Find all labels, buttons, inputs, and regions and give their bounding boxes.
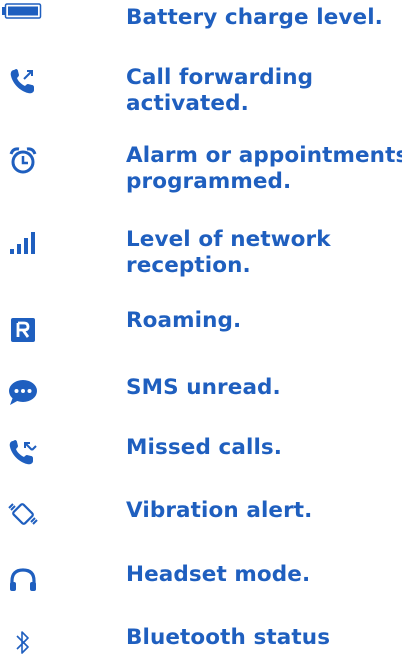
vibration-icon (6, 497, 40, 531)
missed-call-icon (6, 435, 40, 469)
legend-label: Vibration alert. (126, 498, 313, 523)
legend-label: Call forwarding activated. (126, 65, 314, 116)
legend-label: SMS unread. (126, 375, 281, 400)
call-forwarding-icon (6, 64, 40, 98)
legend-label: Level of network reception. (126, 227, 331, 278)
sms-icon (6, 375, 40, 409)
legend-label: Bluetooth status (126, 625, 331, 650)
roaming-icon (6, 313, 40, 347)
alarm-clock-icon (6, 144, 40, 178)
legend-label: Headset mode. (126, 562, 311, 587)
headset-icon (6, 563, 40, 597)
legend-label: Battery charge level. (126, 5, 383, 30)
bluetooth-icon (6, 626, 40, 660)
battery-icon (2, 1, 42, 21)
signal-bars-icon (6, 226, 40, 260)
legend-label: Roaming. (126, 308, 242, 333)
legend-label: Missed calls. (126, 435, 283, 460)
legend-label: Alarm or appointments programmed. (126, 143, 402, 194)
